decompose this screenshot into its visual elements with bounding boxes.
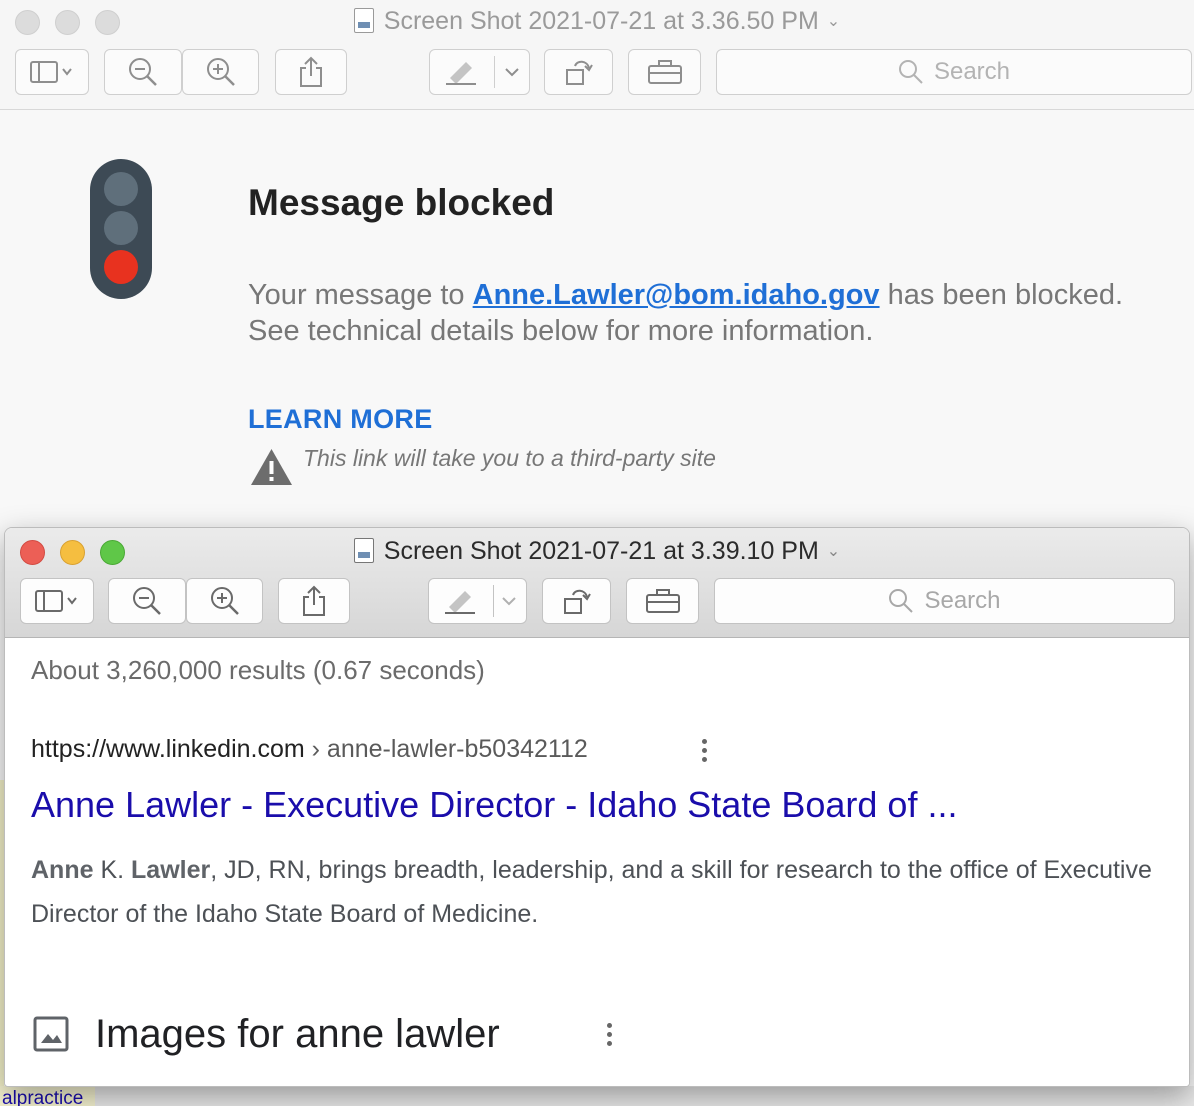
toolbox-icon xyxy=(645,589,680,613)
search-field[interactable]: Search xyxy=(716,49,1192,95)
chevron-down-icon xyxy=(502,597,516,606)
front-window-content: About 3,260,000 results (0.67 seconds) h… xyxy=(5,639,1189,1086)
document-icon xyxy=(353,538,374,563)
toolbox-button[interactable] xyxy=(626,578,699,624)
share-icon xyxy=(300,56,322,87)
rotate-button[interactable] xyxy=(542,578,611,624)
share-icon xyxy=(303,585,325,616)
warning-icon xyxy=(251,449,292,485)
message-blocked-body: Your message to Anne.Lawler@bom.idaho.go… xyxy=(248,279,1124,347)
front-preview-window: Screen Shot 2021-07-21 at 3.39.10 PM ⌄ Se… xyxy=(4,527,1190,1087)
search-icon xyxy=(898,60,923,84)
back-window-title-text: Screen Shot 2021-07-21 at 3.36.50 PM xyxy=(383,7,819,35)
zoom-out-button[interactable] xyxy=(108,578,186,624)
front-window-titlebar: Screen Shot 2021-07-21 at 3.39.10 PM ⌄ Se… xyxy=(5,528,1189,638)
search-placeholder: Search xyxy=(933,58,1011,85)
toolbox-button[interactable] xyxy=(628,49,701,95)
search-icon xyxy=(889,589,914,613)
more-vert-icon[interactable] xyxy=(607,1023,612,1046)
toolbox-icon xyxy=(647,60,682,84)
results-count: About 3,260,000 results (0.67 seconds) xyxy=(31,655,485,685)
result-title-link[interactable]: Anne Lawler - Executive Director - Idaho… xyxy=(31,784,957,826)
learn-more-link[interactable]: LEARN MORE xyxy=(248,404,433,435)
zoom-out-button[interactable] xyxy=(104,49,182,95)
markup-pen-icon xyxy=(446,62,476,85)
zoom-in-button[interactable] xyxy=(182,49,259,95)
traffic-light-icon xyxy=(90,159,152,299)
recipient-email-link[interactable]: Anne.Lawler@bom.idaho.gov xyxy=(473,279,880,311)
back-window-title[interactable]: Screen Shot 2021-07-21 at 3.36.50 PM ⌄ xyxy=(0,7,1194,36)
sidebar-toggle-button[interactable] xyxy=(20,578,94,624)
zoom-in-icon xyxy=(206,58,235,86)
sidebar-toggle-button[interactable] xyxy=(15,49,89,95)
chevron-down-icon xyxy=(505,68,519,77)
zoom-out-icon xyxy=(133,587,161,615)
background-window-text: alpractice xyxy=(0,1086,95,1106)
zoom-in-icon xyxy=(210,587,239,615)
images-section-heading: Images for anne lawler xyxy=(95,1012,500,1056)
chevron-down-icon: ⌄ xyxy=(826,543,841,560)
zoom-out-icon xyxy=(129,58,157,86)
document-icon xyxy=(353,8,374,33)
rotate-icon xyxy=(563,589,591,614)
sidebar-toggle-icon xyxy=(35,590,77,612)
front-window-title-text: Screen Shot 2021-07-21 at 3.39.10 PM xyxy=(383,537,819,565)
markup-pen-icon xyxy=(445,591,475,614)
zoom-in-button[interactable] xyxy=(186,578,263,624)
search-placeholder: Search xyxy=(924,587,1001,614)
result-snippet: Anne K. Lawler, JD, RN, brings breadth, … xyxy=(31,856,1152,928)
rotate-button[interactable] xyxy=(544,49,613,95)
share-button[interactable] xyxy=(278,578,350,624)
markup-button[interactable] xyxy=(428,578,527,624)
message-blocked-title: Message blocked xyxy=(248,182,555,223)
search-field[interactable]: Search xyxy=(714,578,1175,624)
result-url[interactable]: https://www.linkedin.com › anne-lawler-b… xyxy=(31,735,588,764)
image-icon xyxy=(33,1016,69,1052)
background-window-edge-bottom xyxy=(95,1086,1194,1106)
chevron-down-icon: ⌄ xyxy=(826,13,841,30)
front-window-title[interactable]: Screen Shot 2021-07-21 at 3.39.10 PM ⌄ xyxy=(5,537,1189,566)
sidebar-toggle-icon xyxy=(30,61,72,83)
more-vert-icon[interactable] xyxy=(702,739,707,762)
markup-button[interactable] xyxy=(429,49,530,95)
share-button[interactable] xyxy=(275,49,347,95)
back-window-titlebar: Screen Shot 2021-07-21 at 3.36.50 PM ⌄ Se… xyxy=(0,0,1194,110)
rotate-icon xyxy=(565,60,593,85)
third-party-warning: This link will take you to a third-party… xyxy=(303,445,716,471)
